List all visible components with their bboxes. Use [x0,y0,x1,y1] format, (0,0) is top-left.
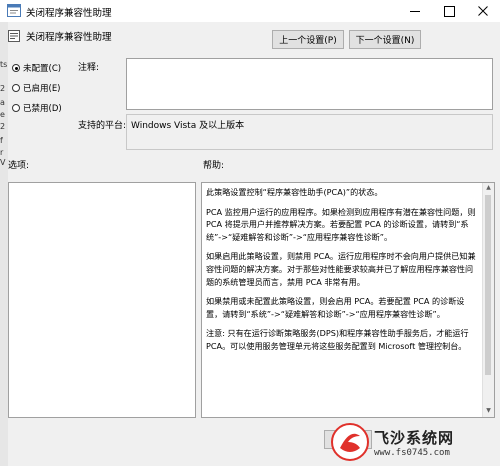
help-paragraph: 此策略设置控制“程序兼容性助手(PCA)”的状态。 [206,187,383,197]
next-setting-button[interactable]: 下一个设置(N) [349,30,421,49]
options-pane[interactable] [8,182,196,418]
platform-value: Windows Vista 及以上版本 [131,121,245,131]
strip-text: e [0,110,5,119]
policy-setting-icon [8,30,20,42]
strip-text: f [0,136,3,145]
radio-label: 未配置(C) [23,64,62,74]
help-paragraph: 注意: 只有在运行诊断策略服务(DPS)和程序兼容性助手服务后，才能运行 PCA… [206,328,469,351]
help-paragraph: 如果禁用或未配置此策略设置，则会启用 PCA。若要配置 PCA 的诊断设置，请转… [206,296,465,319]
radio-dot [12,64,20,72]
help-scrollbar[interactable]: ▲ ▼ [482,183,494,417]
radio-dot [12,104,20,112]
strip-text: 2 [0,122,6,131]
comment-label: 注释: [78,63,100,73]
policy-window-icon [7,4,21,17]
help-paragraph: PCA 监控用户运行的应用程序。如果检测到应用程序有潜在兼容性问题，则 PCA … [206,206,476,242]
comment-textarea[interactable] [126,58,493,110]
close-button[interactable] [466,0,500,22]
maximize-button[interactable] [432,0,466,22]
minimize-button[interactable] [398,0,432,22]
policy-title: 关闭程序兼容性助理 [26,32,112,43]
minimize-icon [410,10,420,12]
watermark-url: www.fs0745.com [374,447,450,458]
strip-text: V [0,158,6,167]
radio-label: 已启用(E) [23,84,61,94]
watermark-name: 飞沙系统网 [374,428,455,447]
help-label: 帮助: [203,161,225,171]
radio-dot [12,84,20,92]
title-bar: 关闭程序兼容性助理 [0,0,500,22]
scroll-down-icon[interactable]: ▼ [483,406,494,417]
platform-label: 支持的平台: [78,121,127,131]
strip-text: ts [0,60,8,69]
site-watermark: 飞沙系统网 www.fs0745.com [330,418,500,466]
help-paragraph: 如果启用此策略设置，则禁用 PCA。运行应用程序时不会向用户提供已知兼容性问题的… [206,251,476,287]
radio-enabled[interactable]: 已启用(E) [12,82,61,94]
background-window-strip: ts 2 a e 2 f r V [0,22,8,466]
maximize-icon [443,5,455,17]
strip-text: a [0,98,5,107]
previous-setting-button[interactable]: 上一个设置(P) [272,30,344,49]
strip-text: r [0,148,4,157]
scroll-up-icon[interactable]: ▲ [483,183,494,194]
supported-platform-field: Windows Vista 及以上版本 [126,114,493,150]
scroll-thumb[interactable] [485,195,491,375]
window-title: 关闭程序兼容性助理 [26,8,112,19]
close-icon [478,6,488,16]
radio-disabled[interactable]: 已禁用(D) [12,102,62,114]
radio-label: 已禁用(D) [23,104,62,114]
radio-not-configured[interactable]: 未配置(C) [12,62,61,74]
options-label: 选项: [8,161,30,171]
watermark-text: 飞沙系统网 www.fs0745.com [374,427,454,458]
watermark-logo-icon [331,423,369,461]
help-pane[interactable]: 此策略设置控制“程序兼容性助手(PCA)”的状态。 PCA 监控用户运行的应用程… [201,182,495,418]
strip-text: 2 [0,84,6,93]
